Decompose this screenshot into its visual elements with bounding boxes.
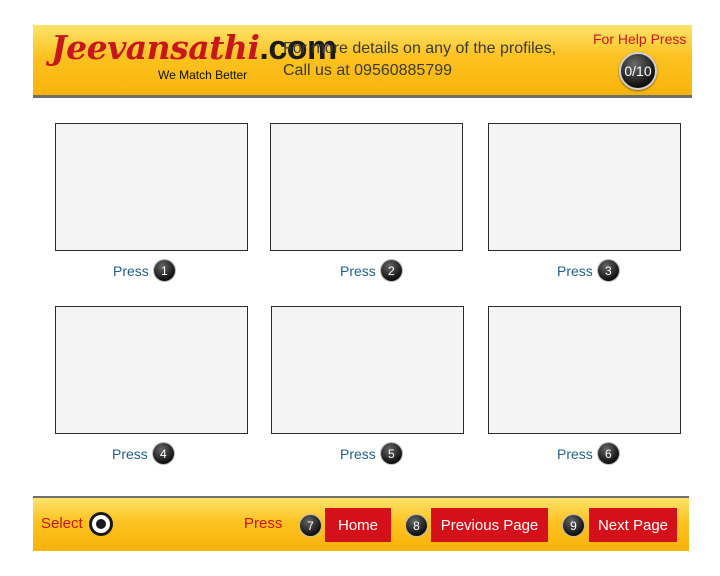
- footer-press-label: Press: [244, 515, 283, 532]
- press-hint-6: Press 6: [557, 443, 619, 464]
- press-label: Press: [112, 445, 148, 462]
- home-button[interactable]: Home: [325, 508, 391, 542]
- number-key-icon: 4: [152, 443, 174, 464]
- help-label: For Help Press: [593, 31, 687, 47]
- number-key-icon: 7: [300, 515, 321, 536]
- header-divider: [33, 95, 692, 98]
- press-label: Press: [340, 262, 376, 279]
- number-key-icon: 6: [597, 443, 619, 464]
- press-label: Press: [557, 262, 593, 279]
- tagline: We Match Better: [158, 68, 248, 82]
- profile-card-4[interactable]: [55, 306, 248, 434]
- profile-card-5[interactable]: [271, 306, 464, 434]
- logo-brand: Jeevansathi: [51, 28, 260, 67]
- profile-card-6[interactable]: [488, 306, 681, 434]
- previous-page-button[interactable]: Previous Page: [431, 508, 548, 542]
- contact-info-line1: For more details on any of the profiles,: [283, 40, 557, 57]
- number-key-icon: 8: [406, 515, 427, 536]
- profile-card-2[interactable]: [270, 123, 463, 251]
- help-button[interactable]: 0/10: [619, 52, 657, 90]
- dpad-icon: [89, 512, 113, 536]
- press-label: Press: [113, 262, 149, 279]
- header-bar: Jeevansathi.com We Match Better For more…: [33, 25, 692, 95]
- press-hint-3: Press 3: [557, 260, 619, 281]
- press-hint-1: Press 1: [113, 260, 175, 281]
- number-key-icon: 3: [597, 260, 619, 281]
- next-page-button[interactable]: Next Page: [589, 508, 677, 542]
- profile-card-1[interactable]: [55, 123, 248, 251]
- number-key-icon: 9: [563, 515, 584, 536]
- select-label: Select: [41, 515, 83, 532]
- number-key-icon: 2: [380, 260, 402, 281]
- contact-info: For more details on any of the profiles,…: [283, 38, 556, 82]
- press-hint-2: Press 2: [340, 260, 402, 281]
- press-label: Press: [557, 445, 593, 462]
- footer-bar: Select Press 7 Home 8 Previous Page 9 Ne…: [33, 498, 689, 551]
- press-hint-4: Press 4: [112, 443, 174, 464]
- number-key-icon: 1: [153, 260, 175, 281]
- number-key-icon: 5: [380, 443, 402, 464]
- profile-card-3[interactable]: [488, 123, 681, 251]
- contact-info-line2: Call us at 09560885799: [283, 62, 453, 79]
- press-hint-5: Press 5: [340, 443, 402, 464]
- press-label: Press: [340, 445, 376, 462]
